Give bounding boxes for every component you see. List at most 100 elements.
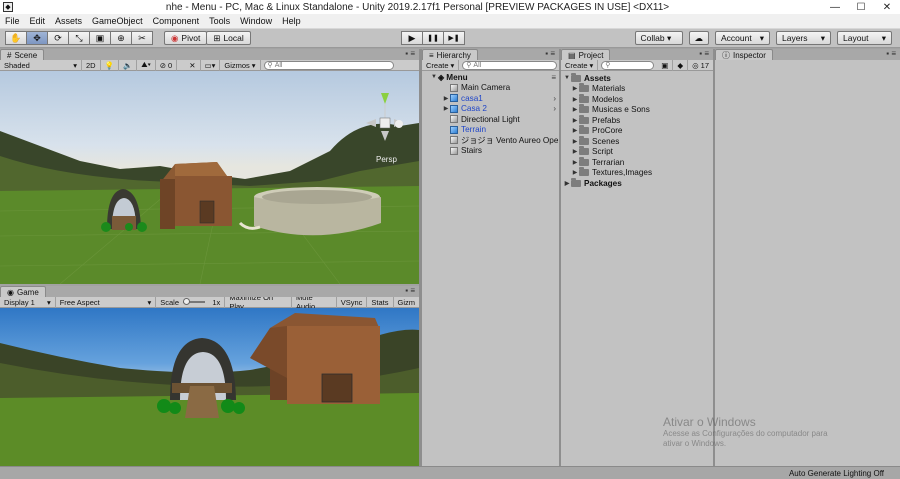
layers-dropdown[interactable]: Layers ▾	[776, 31, 831, 45]
maximize-on-play-toggle[interactable]: Maximize On Play	[225, 293, 292, 311]
hierarchy-item-casa-2[interactable]: ▶ Casa 2 ›	[422, 104, 559, 115]
scene-viewport[interactable]: Persp	[0, 71, 419, 284]
tab-inspector[interactable]: ⓘ Inspector	[715, 49, 773, 60]
expanded-arrow-icon[interactable]: ▼	[430, 74, 438, 80]
maximize-button[interactable]: ☐	[848, 0, 874, 14]
display-dropdown[interactable]: Display 1 ▾	[0, 296, 56, 308]
hierarchy-item-main-camera[interactable]: Main Camera	[422, 83, 559, 94]
project-tree[interactable]: ▼ Assets ▶ Materials ▶ Modelos ▶ Musicas e …	[561, 71, 713, 466]
project-search-input[interactable]: ⚲	[601, 60, 655, 70]
project-folder-musicas[interactable]: ▶ Musicas e Sons	[561, 104, 713, 116]
game-viewport[interactable]	[0, 308, 419, 466]
minimize-button[interactable]: —	[822, 0, 848, 14]
collapsed-arrow-icon[interactable]: ▶	[571, 138, 579, 145]
collab-button[interactable]: Collab ▾	[634, 31, 683, 45]
stats-toggle[interactable]: Stats	[367, 296, 394, 308]
audio-icon[interactable]: 🔈	[119, 59, 138, 71]
collapsed-arrow-icon[interactable]: ▶	[563, 180, 571, 187]
menu-tools[interactable]: Tools	[204, 16, 235, 26]
project-folder-modelos[interactable]: ▶ Modelos	[561, 93, 713, 105]
menu-component[interactable]: Component	[148, 16, 205, 26]
collapsed-arrow-icon[interactable]: ▶	[442, 95, 450, 102]
effects-icon[interactable]: ⛰▾	[137, 59, 156, 71]
panel-menu-icon[interactable]: ▪ ≡	[699, 49, 709, 58]
collapsed-arrow-icon[interactable]: ▶	[571, 159, 579, 166]
step-button[interactable]: ▶❚	[443, 31, 465, 45]
tab-scene[interactable]: # Scene	[0, 49, 45, 60]
pause-button[interactable]: ❚❚	[422, 31, 444, 45]
menu-file[interactable]: File	[0, 16, 25, 26]
lighting-status[interactable]: Auto Generate Lighting Off	[789, 469, 884, 478]
project-create-dropdown[interactable]: Create ▾	[561, 59, 599, 71]
menu-edit[interactable]: Edit	[25, 16, 51, 26]
hidden-packages-toggle[interactable]: ◎ 17	[688, 60, 713, 71]
collapsed-arrow-icon[interactable]: ▶	[571, 106, 579, 113]
hierarchy-item-casa1[interactable]: ▶ casa1 ›	[422, 93, 559, 104]
collapsed-arrow-icon[interactable]: ▶	[571, 117, 579, 124]
project-folder-prefabs[interactable]: ▶ Prefabs	[561, 114, 713, 126]
hierarchy-create-dropdown[interactable]: Create ▾	[422, 59, 460, 71]
hierarchy-item-audio[interactable]: ジョジョ Vento Aureo Ope	[422, 135, 559, 146]
scene-menu-icon[interactable]: ≡	[551, 73, 556, 82]
hierarchy-item-stairs[interactable]: Stairs	[422, 146, 559, 157]
cloud-button[interactable]: ☁	[688, 31, 709, 45]
filter-label-icon[interactable]: ◆	[673, 59, 689, 71]
custom-tool-icon[interactable]: ✂	[131, 31, 153, 45]
game-gizmos-toggle[interactable]: Gizm	[394, 297, 420, 308]
collapsed-arrow-icon[interactable]: ▶	[442, 105, 450, 112]
menu-help[interactable]: Help	[277, 16, 306, 26]
chevron-right-icon[interactable]: ›	[553, 94, 556, 103]
scene-root-row[interactable]: ▼ ◈ Menu ≡	[422, 72, 559, 83]
collapsed-arrow-icon[interactable]: ▶	[571, 169, 579, 176]
lighting-icon[interactable]: 💡	[101, 59, 119, 71]
pivot-button[interactable]: ◉ Pivot	[164, 31, 208, 45]
chevron-right-icon[interactable]: ›	[553, 104, 556, 113]
2d-toggle[interactable]: 2D	[82, 59, 101, 71]
shading-dropdown[interactable]: Shaded ▾	[0, 59, 82, 71]
project-folder-procore[interactable]: ▶ ProCore	[561, 125, 713, 137]
tools-icon[interactable]: ✕	[185, 59, 201, 71]
transform-icon[interactable]: ⊕	[110, 31, 132, 45]
persp-label[interactable]: Persp	[376, 155, 397, 164]
project-assets-root[interactable]: ▼ Assets	[561, 72, 713, 84]
hierarchy-search-input[interactable]: ⚲ All	[462, 60, 558, 70]
slider-track[interactable]	[183, 298, 206, 305]
project-folder-textures[interactable]: ▶ Textures,Images	[561, 167, 713, 179]
project-folder-script[interactable]: ▶ Script	[561, 146, 713, 158]
project-folder-materials[interactable]: ▶ Materials	[561, 83, 713, 95]
close-button[interactable]: ✕	[874, 0, 900, 14]
scale-slider[interactable]: Scale 1x	[156, 296, 226, 308]
hidden-count[interactable]: ⊘ 0	[156, 59, 178, 71]
account-dropdown[interactable]: Account ▾	[715, 31, 770, 45]
tab-game[interactable]: ◉ Game	[0, 286, 46, 297]
filter-type-icon[interactable]: ▣	[657, 59, 674, 71]
vsync-toggle[interactable]: VSync	[337, 296, 368, 308]
hierarchy-list[interactable]: ▼ ◈ Menu ≡ Main Camera ▶ casa1 › ▶ Casa …	[422, 71, 559, 466]
hierarchy-item-directional-light[interactable]: Directional Light	[422, 114, 559, 125]
panel-menu-icon[interactable]: ▪ ≡	[545, 49, 555, 58]
tab-project[interactable]: ▤ Project	[561, 49, 611, 60]
menu-gameobject[interactable]: GameObject	[87, 16, 148, 26]
rotate-icon[interactable]: ⟳	[47, 31, 69, 45]
expanded-arrow-icon[interactable]: ▼	[563, 75, 571, 81]
layout-dropdown[interactable]: Layout ▾	[837, 31, 892, 45]
move-icon[interactable]: ✥	[26, 31, 48, 45]
collapsed-arrow-icon[interactable]: ▶	[571, 148, 579, 155]
aspect-dropdown[interactable]: Free Aspect ▾	[56, 296, 157, 308]
slider-thumb[interactable]	[183, 298, 191, 305]
menu-window[interactable]: Window	[235, 16, 277, 26]
panel-menu-icon[interactable]: ▪ ≡	[886, 49, 896, 58]
project-packages-root[interactable]: ▶ Packages	[561, 177, 713, 189]
mute-audio-toggle[interactable]: Mute Audio	[292, 293, 337, 311]
rect-icon[interactable]: ▣	[89, 31, 111, 45]
panel-menu-icon[interactable]: ▪ ≡	[405, 286, 415, 295]
camera-icon[interactable]: ▭▾	[201, 59, 221, 71]
project-folder-scenes[interactable]: ▶ Scenes	[561, 135, 713, 147]
project-folder-terrarian[interactable]: ▶ Terrarian	[561, 156, 713, 168]
hand-icon[interactable]: ✋	[5, 31, 27, 45]
gizmos-dropdown[interactable]: Gizmos ▾	[220, 59, 261, 71]
collapsed-arrow-icon[interactable]: ▶	[571, 127, 579, 134]
scene-search-input[interactable]: ⚲ All	[263, 60, 394, 70]
collapsed-arrow-icon[interactable]: ▶	[571, 85, 579, 92]
tab-hierarchy[interactable]: ≡ Hierarchy	[422, 49, 478, 60]
